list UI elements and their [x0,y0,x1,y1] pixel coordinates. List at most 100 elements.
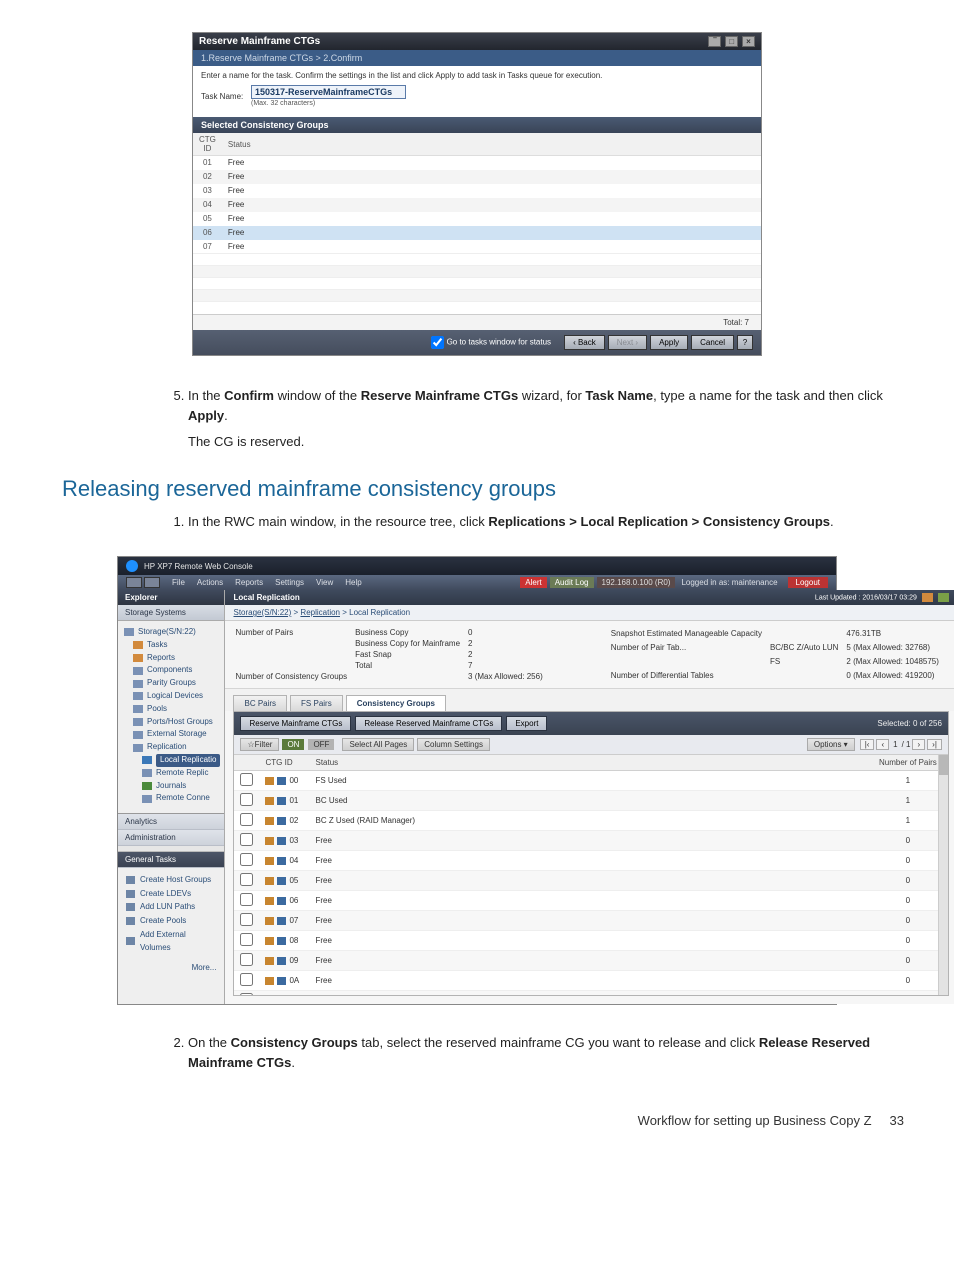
table-row[interactable]: 04Free [193,198,761,212]
scrollbar-thumb[interactable] [939,755,948,775]
gen-create-ldevs[interactable]: Create LDEVs [126,887,218,901]
row-checkbox[interactable] [240,913,253,926]
filter-off[interactable]: OFF [308,739,334,750]
maximize-icon[interactable]: □ [725,36,738,47]
tree-components[interactable]: Components [124,664,220,677]
more-link[interactable]: More... [118,961,224,977]
table-row[interactable]: 0AFree0 [234,971,947,991]
minimize-icon[interactable]: ‾ [708,36,721,47]
options-dropdown[interactable]: Options ▾ [807,738,855,751]
menu-settings[interactable]: Settings [275,578,304,587]
tree-journals[interactable]: Journals [124,780,220,793]
task-name-input[interactable] [251,85,406,99]
page-first[interactable]: |‹ [860,739,875,750]
rwc-titlebar: HP XP7 Remote Web Console [118,557,836,575]
table-row[interactable]: 0BFree0 [234,991,947,996]
page-next[interactable]: › [912,739,925,750]
filter-on[interactable]: ON [282,739,304,750]
nav-forward-button[interactable] [144,577,160,588]
close-icon[interactable]: × [742,36,755,47]
gen-add-lun-paths[interactable]: Add LUN Paths [126,900,218,914]
table-row[interactable]: 06Free0 [234,891,947,911]
table-row[interactable]: 07Free0 [234,911,947,931]
row-checkbox[interactable] [240,893,253,906]
apply-button[interactable]: Apply [650,335,688,350]
tree-remote-replic[interactable]: Remote Replic [124,767,220,780]
table-row[interactable]: 08Free0 [234,931,947,951]
page-prev[interactable]: ‹ [876,739,889,750]
row-checkbox[interactable] [240,993,253,995]
table-row[interactable]: 01Free [193,156,761,170]
tree-root[interactable]: Storage(S/N:22) [124,626,220,639]
help-icon[interactable] [938,593,949,602]
column-settings[interactable]: Column Settings [417,738,490,751]
administration-section[interactable]: Administration [118,830,224,846]
scrollbar[interactable] [938,755,948,995]
row-checkbox[interactable] [240,793,253,806]
table-row[interactable]: 07Free [193,240,761,254]
table-row[interactable]: 05Free [193,212,761,226]
row-checkbox[interactable] [240,953,253,966]
tree-replication[interactable]: Replication [124,741,220,754]
go-to-tasks-checkbox[interactable]: Go to tasks window for status [431,336,552,349]
row-checkbox[interactable] [240,973,253,986]
gen-create-host-groups[interactable]: Create Host Groups [126,873,218,887]
table-row[interactable]: 04Free0 [234,851,947,871]
tree-pools[interactable]: Pools [124,703,220,716]
row-checkbox[interactable] [240,773,253,786]
page-last[interactable]: ›| [927,739,942,750]
analytics-section[interactable]: Analytics [118,814,224,830]
tree-logical-devices[interactable]: Logical Devices [124,690,220,703]
menu-help[interactable]: Help [345,578,361,587]
alert-chip[interactable]: Alert [520,577,546,588]
row-checkbox[interactable] [240,933,253,946]
storage-systems-tab[interactable]: Storage Systems [118,605,224,621]
menu-view[interactable]: View [316,578,333,587]
next-button[interactable]: Next › [608,335,647,350]
gen-add-external-volumes[interactable]: Add External Volumes [126,928,218,955]
back-button[interactable]: ‹ Back [564,335,605,350]
filter-toggle[interactable]: ☆Filter [240,738,279,751]
row-checkbox[interactable] [240,853,253,866]
row-checkbox[interactable] [240,873,253,886]
cancel-button[interactable]: Cancel [691,335,734,350]
gen-create-pools[interactable]: Create Pools [126,914,218,928]
logout-button[interactable]: Logout [788,577,828,588]
tree-remote-conne[interactable]: Remote Conne [124,792,220,805]
tab-fs-pairs[interactable]: FS Pairs [290,695,343,711]
menu-reports[interactable]: Reports [235,578,263,587]
go-to-tasks-input[interactable] [431,336,444,349]
table-row[interactable]: 03Free [193,184,761,198]
help-button[interactable]: ? [737,335,753,350]
table-row[interactable]: 06Free [193,226,761,240]
bc-replication[interactable]: Replication [300,608,340,617]
table-row[interactable]: 02Free [193,170,761,184]
tree-tasks[interactable]: Tasks [124,639,220,652]
bc-storage[interactable]: Storage(S/N:22) [233,608,291,617]
table-row[interactable]: 01BC Used1 [234,791,947,811]
table-row[interactable]: 09Free0 [234,951,947,971]
release-ctgs-button[interactable]: Release Reserved Mainframe CTGs [355,716,502,731]
nav-back-button[interactable] [126,577,142,588]
tree-reports[interactable]: Reports [124,652,220,665]
tab-bc-pairs[interactable]: BC Pairs [233,695,287,711]
tree-ports-host-groups[interactable]: Ports/Host Groups [124,716,220,729]
menu-file[interactable]: File [172,578,185,587]
tree-external-storage[interactable]: External Storage [124,728,220,741]
table-row[interactable]: 05Free0 [234,871,947,891]
tree-local-replicatio[interactable]: Local Replicatio [124,754,220,767]
refresh-icon[interactable] [922,593,933,602]
tree-parity-groups[interactable]: Parity Groups [124,677,220,690]
select-all-pages[interactable]: Select All Pages [342,738,414,751]
table-row[interactable]: 00FS Used1 [234,771,947,791]
tab-consistency-groups[interactable]: Consistency Groups [346,695,446,711]
export-button[interactable]: Export [506,716,547,731]
audit-log-chip[interactable]: Audit Log [550,577,594,588]
menu-actions[interactable]: Actions [197,578,223,587]
row-checkbox[interactable] [240,833,253,846]
reserve-ctgs-wizard: Reserve Mainframe CTGs ‾ □ × 1.Reserve M… [192,32,762,356]
table-row[interactable]: 03Free0 [234,831,947,851]
row-checkbox[interactable] [240,813,253,826]
reserve-ctgs-button[interactable]: Reserve Mainframe CTGs [240,716,351,731]
table-row[interactable]: 02BC Z Used (RAID Manager)1 [234,811,947,831]
